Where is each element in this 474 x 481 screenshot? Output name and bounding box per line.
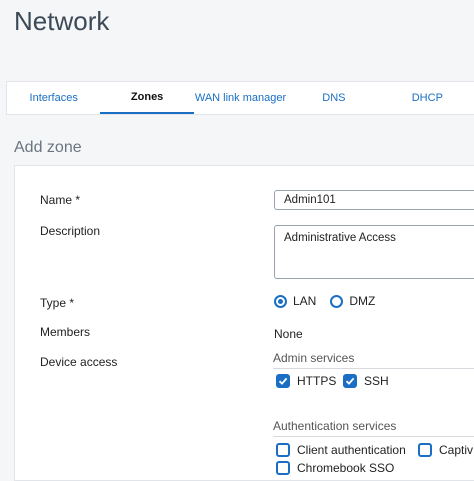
captive-portal-label: Captiv bbox=[439, 443, 474, 457]
radio-unchecked-icon bbox=[330, 294, 344, 308]
auth-services-heading: Authentication services bbox=[273, 419, 397, 433]
type-radio-lan-label: LAN bbox=[293, 294, 317, 308]
chromebook-sso-checkbox[interactable]: Chromebook SSO bbox=[276, 461, 394, 475]
tab-dhcp[interactable]: DHCP bbox=[381, 82, 474, 114]
checkbox-checked-icon bbox=[276, 374, 290, 388]
description-textarea[interactable]: Administrative Access bbox=[274, 225, 474, 279]
page-title: Network bbox=[14, 6, 110, 36]
tab-zones[interactable]: Zones bbox=[100, 82, 194, 114]
checkbox-unchecked-icon bbox=[276, 443, 290, 457]
captive-portal-checkbox[interactable]: Captiv bbox=[418, 443, 473, 457]
ssh-checkbox[interactable]: SSH bbox=[343, 374, 389, 388]
checkbox-unchecked-icon bbox=[276, 461, 290, 475]
auth-services-divider bbox=[273, 436, 474, 437]
https-checkbox[interactable]: HTTPS bbox=[276, 374, 336, 388]
ssh-checkbox-label: SSH bbox=[364, 374, 389, 388]
form-panel bbox=[14, 165, 474, 481]
checkbox-checked-icon bbox=[343, 374, 357, 388]
type-label: Type * bbox=[40, 296, 75, 310]
members-value: None bbox=[274, 327, 303, 341]
client-authentication-label: Client authentication bbox=[297, 443, 406, 457]
admin-services-divider bbox=[273, 368, 474, 369]
admin-services-heading: Admin services bbox=[273, 351, 355, 365]
tab-wan-link-manager[interactable]: WAN link manager bbox=[194, 82, 287, 114]
device-access-label: Device access bbox=[40, 355, 118, 369]
type-radio-lan[interactable]: LAN bbox=[274, 294, 316, 308]
type-radio-dmz-label: DMZ bbox=[349, 294, 376, 308]
tab-interfaces[interactable]: Interfaces bbox=[7, 82, 100, 114]
name-label: Name * bbox=[40, 193, 81, 207]
tab-bar: Interfaces Zones WAN link manager DNS DH… bbox=[6, 81, 474, 115]
type-radio-dmz[interactable]: DMZ bbox=[330, 294, 375, 308]
section-title: Add zone bbox=[14, 139, 82, 156]
type-radio-group: LAN DMZ bbox=[274, 294, 389, 308]
checkbox-unchecked-icon bbox=[418, 443, 432, 457]
radio-checked-icon bbox=[274, 294, 287, 308]
members-label: Members bbox=[40, 325, 91, 339]
client-authentication-checkbox[interactable]: Client authentication bbox=[276, 443, 406, 457]
chromebook-sso-label: Chromebook SSO bbox=[297, 461, 395, 475]
https-checkbox-label: HTTPS bbox=[297, 374, 337, 388]
tab-dns[interactable]: DNS bbox=[287, 82, 380, 114]
name-input[interactable] bbox=[274, 190, 474, 210]
description-label: Description bbox=[40, 224, 101, 238]
